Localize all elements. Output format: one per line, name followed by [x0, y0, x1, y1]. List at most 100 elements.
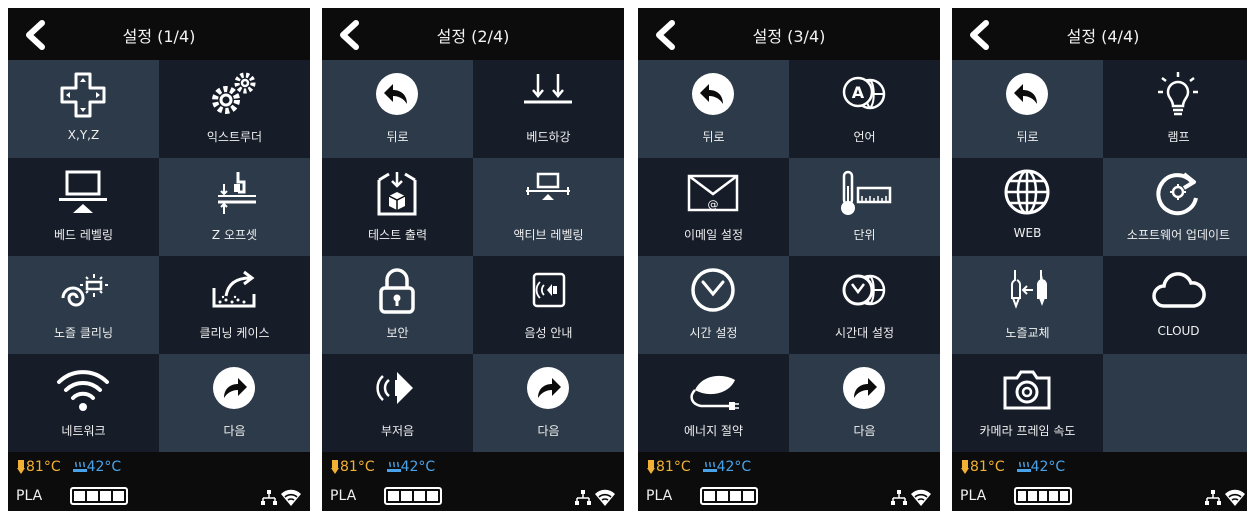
menu-item-bed-leveling[interactable]: 베드 레벨링	[8, 158, 159, 256]
menu-item-nozzle-change[interactable]: 노즐교체	[952, 256, 1103, 354]
menu-item-back-arrow[interactable]: 뒤로	[322, 60, 473, 158]
network-status	[890, 488, 932, 506]
nozzle-temp-value: 81°C	[340, 459, 375, 475]
menu-item-next-arrow[interactable]: 다음	[159, 354, 310, 452]
menu-item-camera[interactable]: 카메라 프레임 속도	[952, 354, 1103, 452]
menu-item-label: 노즐교체	[1005, 326, 1050, 340]
wifi-icon	[53, 362, 113, 414]
menu-item-back-arrow[interactable]: 뒤로	[638, 60, 789, 158]
menu-item-bed-lower[interactable]: 베드하강	[473, 60, 624, 158]
nozzle-temp-value: 81°C	[970, 459, 1005, 475]
menu-item-clock[interactable]: 시간 설정	[638, 256, 789, 354]
menu-item-lamp[interactable]: 램프	[1103, 60, 1247, 158]
bed-temp-value: 42°C	[86, 459, 122, 475]
wifi-status-icon	[1225, 489, 1245, 506]
cleaning-case-icon	[204, 264, 264, 316]
svg-text:@: @	[708, 198, 719, 211]
next-arrow-icon	[204, 362, 264, 414]
menu-item-cloud[interactable]: CLOUD	[1103, 256, 1247, 354]
cloud-icon	[1148, 264, 1208, 316]
menu-item-email[interactable]: @ 이메일 설정	[638, 158, 789, 256]
dpad-icon	[53, 68, 113, 120]
menu-item-nozzle-cleaning[interactable]: 노즐 클리닝	[8, 256, 159, 354]
nozzle-icon	[331, 460, 339, 474]
header: 설정 (4/4)	[952, 8, 1247, 60]
menu-item-back-arrow[interactable]: 뒤로	[952, 60, 1103, 158]
buzzer-icon	[367, 362, 427, 414]
nozzle-temp: 81°C	[646, 459, 691, 475]
temperature-readout: 81°C 42°C	[330, 457, 435, 477]
level-segment	[1018, 491, 1027, 501]
menu-item-voice-guide[interactable]: 음성 안내	[473, 256, 624, 354]
menu-item-software-update[interactable]: 소프트웨어 업데이트	[1103, 158, 1247, 256]
menu-item-label: 클리닝 케이스	[199, 326, 270, 340]
page-title: 설정 (2/4)	[436, 27, 510, 46]
menu-item-label: 소프트웨어 업데이트	[1126, 228, 1231, 242]
level-segment	[1049, 491, 1058, 501]
menu-item-next-arrow[interactable]: 다음	[789, 354, 940, 452]
menu-item-cleaning-case[interactable]: 클리닝 케이스	[159, 256, 310, 354]
gears-icon	[204, 68, 264, 120]
nozzle-icon	[961, 460, 969, 474]
menu-item-label: 부저음	[380, 424, 415, 438]
menu-item-active-leveling[interactable]: 액티브 레벨링	[473, 158, 624, 256]
clock-icon	[683, 264, 743, 316]
nozzle-temp-value: 81°C	[26, 459, 61, 475]
bed-temp: 42°C	[702, 459, 751, 475]
menu-item-label: 뒤로	[1016, 130, 1039, 144]
units-icon	[834, 166, 894, 218]
settings-screen-4: 설정 (4/4) 뒤로 램프 WEB 소프트웨어 업데이트노즐교체 CLOUD 카메라 프레…	[952, 8, 1247, 511]
menu-item-label: 다음	[853, 424, 876, 438]
menu-item-label: 베드하강	[526, 130, 571, 144]
menu-item-buzzer[interactable]: 부저음	[322, 354, 473, 452]
menu-item-label: 시간대 설정	[834, 326, 894, 340]
menu-item-label: 보안	[386, 326, 409, 340]
back-arrow-icon	[997, 68, 1057, 120]
temperature-readout: 81°C 42°C	[960, 457, 1065, 477]
menu-item-wifi[interactable]: 네트워크	[8, 354, 159, 452]
menu-item-test-print[interactable]: 테스트 출력	[322, 158, 473, 256]
bed-temp: 42°C	[1016, 459, 1065, 475]
level-segment	[401, 491, 412, 501]
menu-item-dpad[interactable]: X,Y,Z	[8, 60, 159, 158]
bed-leveling-icon	[53, 166, 113, 218]
menu-item-next-arrow[interactable]: 다음	[473, 354, 624, 452]
menu-item-label: 시간 설정	[689, 326, 738, 340]
lock-icon	[367, 264, 427, 316]
nozzle-cleaning-icon	[53, 264, 113, 316]
menu-item-timezone[interactable]: 시간대 설정	[789, 256, 940, 354]
temperature-readout: 81°C 42°C	[646, 457, 751, 477]
filament-level-indicator	[1014, 487, 1072, 505]
active-leveling-icon	[518, 166, 578, 218]
menu-item-globe[interactable]: WEB	[952, 158, 1103, 256]
menu-item-label: Z 오프셋	[211, 228, 258, 242]
header: 설정 (3/4)	[638, 8, 940, 60]
nozzle-icon	[17, 460, 25, 474]
filament-level-indicator	[384, 487, 442, 505]
page-title: 설정 (1/4)	[122, 27, 196, 46]
language-icon: A	[834, 68, 894, 120]
menu-grid: X,Y,Z 익스트루더 베드 레벨링 Z 오프셋노즐 클리닝 클리닝 케이스네트워크 다음	[8, 60, 310, 452]
voice-guide-icon	[518, 264, 578, 316]
level-segment	[1059, 491, 1069, 501]
menu-item-z-offset[interactable]: Z 오프셋	[159, 158, 310, 256]
level-segment	[388, 491, 399, 501]
wifi-status-icon	[595, 489, 615, 506]
level-segment	[100, 491, 111, 501]
menu-item-language[interactable]: A 언어	[789, 60, 940, 158]
menu-item-energy-saving[interactable]: 에너지 절약	[638, 354, 789, 452]
menu-item-lock[interactable]: 보안	[322, 256, 473, 354]
level-segment	[704, 491, 715, 501]
menu-grid: 뒤로 램프 WEB 소프트웨어 업데이트노즐교체 CLOUD 카메라 프레임 속도	[952, 60, 1247, 452]
filament-level-indicator	[70, 487, 128, 505]
settings-screen-3: 설정 (3/4) 뒤로 A 언어 @ 이메일 설정 단위시간 설정 시간대 설정에너지 절약 다…	[638, 8, 940, 511]
wifi-status-icon	[281, 489, 301, 506]
bed-temp-value: 42°C	[400, 459, 436, 475]
menu-item-units[interactable]: 단위	[789, 158, 940, 256]
header: 설정 (1/4)	[8, 8, 310, 60]
bed-temp: 42°C	[72, 459, 122, 475]
menu-item-gears[interactable]: 익스트루더	[159, 60, 310, 158]
temperature-readout: 81°C 42°C	[16, 457, 121, 477]
menu-item-label: 램프	[1167, 130, 1190, 144]
heated-bed-icon	[386, 461, 401, 472]
